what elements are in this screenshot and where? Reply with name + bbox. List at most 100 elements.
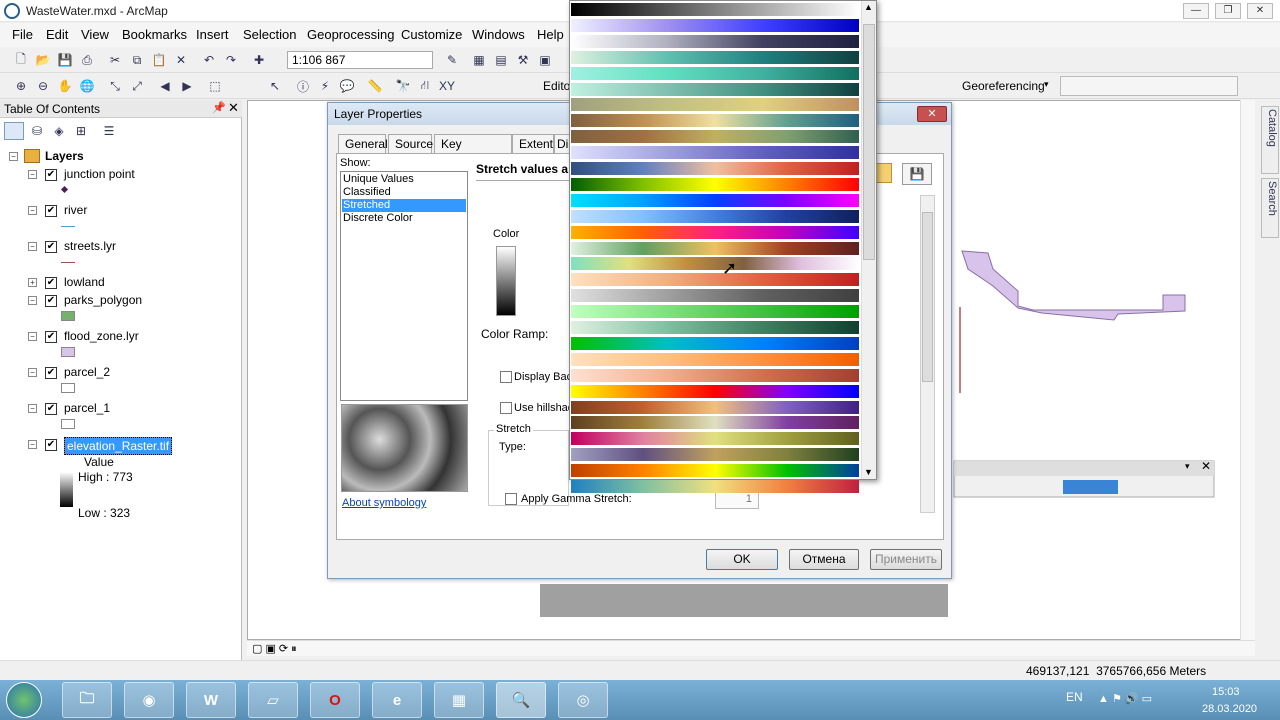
color-ramp-option[interactable] xyxy=(571,448,859,462)
word-taskbar-icon[interactable]: W xyxy=(186,682,236,718)
color-ramp-option[interactable] xyxy=(571,480,859,493)
open-folder-icon[interactable] xyxy=(876,163,892,183)
close-icon[interactable]: ✕ xyxy=(1247,3,1273,19)
scroll-up-icon[interactable]: ▲ xyxy=(864,2,873,12)
color-ramp-option[interactable] xyxy=(571,352,859,366)
fixed-zoom-in-icon[interactable]: ⤡ xyxy=(106,77,124,95)
layer-expand-icon[interactable]: − xyxy=(28,206,37,215)
notes-taskbar-icon[interactable]: ▱ xyxy=(248,682,298,718)
georeferencing-menu[interactable]: Georeferencing xyxy=(962,79,1045,93)
scale-input[interactable]: 1:106 867 xyxy=(287,51,433,69)
map-vertical-scrollbar[interactable] xyxy=(1240,100,1255,640)
opera-taskbar-icon[interactable]: O xyxy=(310,682,360,718)
color-ramp-option[interactable] xyxy=(571,321,859,334)
color-ramp-option[interactable] xyxy=(571,289,859,303)
chrome-taskbar-icon[interactable]: ◉ xyxy=(124,682,174,718)
about-symbology-link[interactable]: About symbology xyxy=(342,497,426,509)
layer-visibility-checkbox[interactable]: ✔ xyxy=(45,277,57,289)
menu-windows[interactable]: Windows xyxy=(472,27,525,42)
layer-name[interactable]: river xyxy=(64,203,87,217)
layer-expand-icon[interactable]: − xyxy=(28,332,37,341)
color-ramp-scroll-thumb[interactable] xyxy=(863,24,875,260)
menu-geoprocessing[interactable]: Geoprocessing xyxy=(307,27,394,42)
color-ramp-option[interactable] xyxy=(571,225,859,239)
color-ramp-option[interactable] xyxy=(571,114,859,128)
layer-name[interactable]: parcel_1 xyxy=(64,401,110,415)
color-ramp-option[interactable] xyxy=(571,209,859,223)
html-popup-icon[interactable]: 💬 xyxy=(338,77,356,95)
copy-icon[interactable]: ⧉ xyxy=(128,51,146,69)
floating-toolbar-close-icon[interactable]: ✕ xyxy=(1201,459,1211,473)
layer-visibility-checkbox[interactable]: ✔ xyxy=(45,403,57,415)
layer-name[interactable]: junction point xyxy=(64,167,135,181)
undo-icon[interactable]: ↶ xyxy=(200,51,218,69)
tray-icons[interactable]: ▲ ⚑ 🔊 ▭ xyxy=(1098,692,1152,705)
layout-view-icon[interactable]: ▢ ▣ ⟳ ⏸ xyxy=(252,642,297,656)
layer-visibility-checkbox[interactable]: ✔ xyxy=(45,331,57,343)
menu-view[interactable]: View xyxy=(81,27,109,42)
map-horizontal-scrollbar[interactable] xyxy=(247,640,1255,656)
full-extent-icon[interactable]: 🌐 xyxy=(78,77,96,95)
menu-insert[interactable]: Insert xyxy=(196,27,229,42)
layer-name[interactable]: lowland xyxy=(64,275,105,289)
color-ramp-option[interactable] xyxy=(571,416,859,430)
floating-toolbar-chevron-icon[interactable]: ▾ xyxy=(1185,461,1190,472)
pin-icon[interactable]: 📌 xyxy=(212,101,226,114)
obs-taskbar-icon[interactable]: ◎ xyxy=(558,682,608,718)
delete-icon[interactable]: ✕ xyxy=(172,51,190,69)
identify-icon[interactable]: ⓘ xyxy=(294,77,312,95)
select-features-icon[interactable]: ⬚ xyxy=(206,77,224,95)
use-hillshade-checkbox[interactable] xyxy=(500,402,512,414)
tab-source[interactable]: Source xyxy=(388,134,433,153)
color-ramp-option[interactable] xyxy=(571,3,859,16)
menu-help[interactable]: Help xyxy=(537,27,564,42)
color-ramp-option[interactable] xyxy=(571,400,859,414)
clock-date[interactable]: 28.03.2020 xyxy=(1202,703,1257,715)
show-item-stretched[interactable]: Stretched xyxy=(342,199,466,212)
tab-general[interactable]: General xyxy=(338,134,388,153)
color-ramp-option[interactable] xyxy=(571,464,859,478)
new-document-icon[interactable]: 🗋 xyxy=(12,51,30,69)
layer-expand-icon[interactable]: − xyxy=(28,440,37,449)
paste-icon[interactable]: 📋 xyxy=(150,51,168,69)
layer-expand-icon[interactable]: + xyxy=(28,278,37,287)
layer-name[interactable]: parcel_2 xyxy=(64,365,110,379)
list-by-visibility-icon[interactable]: ◈ xyxy=(50,122,68,140)
color-ramp-option[interactable] xyxy=(571,432,859,446)
symbology-scroll-thumb[interactable] xyxy=(922,212,933,382)
save-icon[interactable]: 💾 xyxy=(56,51,74,69)
catalog-icon[interactable]: ▤ xyxy=(492,51,510,69)
show-item-unique-values[interactable]: Unique Values xyxy=(342,173,466,186)
show-item-classified[interactable]: Classified xyxy=(342,186,466,199)
layer-visibility-checkbox[interactable]: ✔ xyxy=(45,295,57,307)
arctoolbox-icon[interactable]: ⚒ xyxy=(514,51,532,69)
gamma-stretch-checkbox[interactable] xyxy=(505,493,517,505)
layer-visibility-checkbox[interactable]: ✔ xyxy=(45,205,57,217)
fixed-zoom-out-icon[interactable]: ⤢ xyxy=(128,77,146,95)
layer-name[interactable]: parks_polygon xyxy=(64,293,142,307)
color-ramp-option[interactable] xyxy=(571,368,859,382)
menu-selection[interactable]: Selection xyxy=(243,27,296,42)
color-ramp-option[interactable] xyxy=(571,82,859,96)
search-tab[interactable]: Search xyxy=(1261,178,1279,238)
layer-expand-icon[interactable]: − xyxy=(28,368,37,377)
color-ramp-option[interactable] xyxy=(571,193,859,207)
select-elements-icon[interactable]: ↖ xyxy=(266,77,284,95)
list-by-drawing-order-icon[interactable] xyxy=(4,122,24,140)
color-ramp-option[interactable] xyxy=(571,50,859,64)
ok-button[interactable]: OK xyxy=(706,549,778,570)
menu-bookmarks[interactable]: Bookmarks xyxy=(122,27,187,42)
arccatalog-taskbar-icon[interactable]: ▦ xyxy=(434,682,484,718)
layer-expand-icon[interactable]: − xyxy=(28,296,37,305)
color-ramp-option[interactable] xyxy=(571,130,859,144)
color-ramp-option[interactable] xyxy=(571,273,859,287)
arcmap-taskbar-icon[interactable]: 🔍 xyxy=(496,682,546,718)
expand-layers-icon[interactable]: − xyxy=(9,152,18,161)
tab-extent[interactable]: Extent xyxy=(512,134,554,153)
color-ramp-option[interactable] xyxy=(571,98,859,112)
redo-icon[interactable]: ↷ xyxy=(222,51,240,69)
color-ramp-option[interactable] xyxy=(571,257,859,271)
open-folder-icon[interactable]: 📂 xyxy=(34,51,52,69)
cut-icon[interactable]: ✂ xyxy=(106,51,124,69)
toc-options-icon[interactable]: ☰ xyxy=(100,122,118,140)
